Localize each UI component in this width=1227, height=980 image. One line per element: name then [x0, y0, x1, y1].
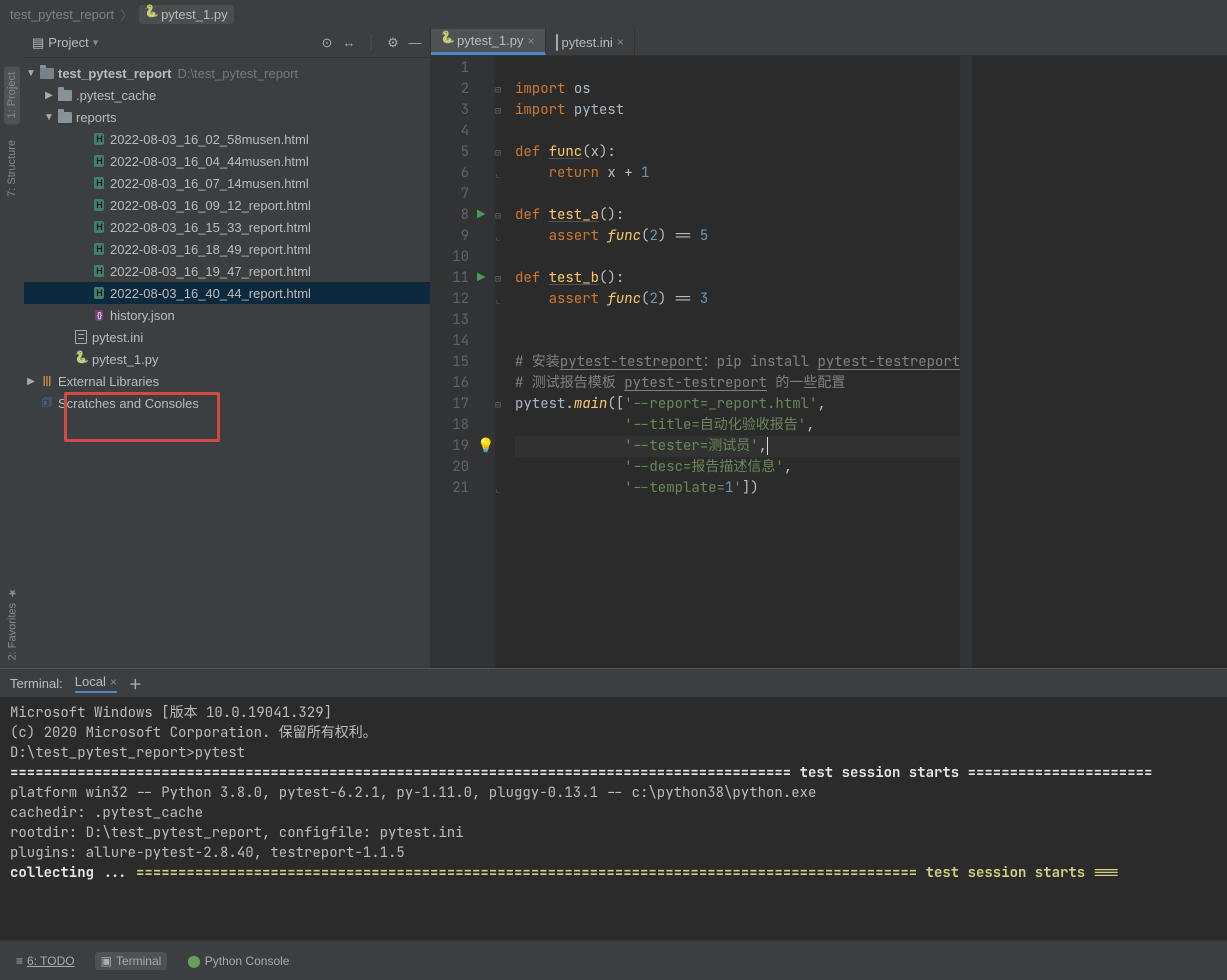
- python-icon: [441, 33, 453, 48]
- tree-pytest-ini[interactable]: · pytest.ini: [24, 326, 430, 348]
- run-gutter-icon[interactable]: ▶: [477, 269, 485, 287]
- tab-pytest-ini[interactable]: pytest.ini ×: [546, 29, 635, 55]
- run-gutter-icon[interactable]: ▶: [477, 206, 485, 224]
- rail-structure[interactable]: 7: Structure: [6, 140, 18, 197]
- tree-report-file[interactable]: ·H2022-08-03_16_40_44_report.html: [24, 282, 430, 304]
- arrow-down-icon[interactable]: ▼: [24, 68, 38, 79]
- project-sidebar: ▤ Project ▾ ⊙ ↔ ┊ ⚙ — ▼ test_pytest_repo…: [24, 28, 431, 668]
- python-icon: [72, 351, 90, 367]
- libraries-icon: Ⅲ: [38, 373, 56, 389]
- hide-icon[interactable]: —: [404, 32, 426, 54]
- html-icon: H: [90, 197, 108, 213]
- tree-report-file[interactable]: ·H2022-08-03_16_04_44musen.html: [24, 150, 430, 172]
- gear-icon[interactable]: ⚙: [382, 32, 404, 54]
- bulb-icon[interactable]: 💡: [477, 437, 494, 455]
- tree-pytest-cache[interactable]: ▶ .pytest_cache: [24, 84, 430, 106]
- arrow-right-icon[interactable]: ▶: [24, 376, 38, 387]
- breadcrumb-file[interactable]: pytest_1.py: [139, 5, 234, 24]
- json-icon: {}: [90, 307, 108, 323]
- arrow-down-icon[interactable]: ▼: [42, 112, 56, 123]
- bottom-toolbar: ≡ 6: TODO ▣ Terminal ⬤ Python Console: [0, 940, 1227, 980]
- tree-report-file[interactable]: ·H2022-08-03_16_18_49_report.html: [24, 238, 430, 260]
- tree-report-file[interactable]: ·H2022-08-03_16_07_14musen.html: [24, 172, 430, 194]
- html-icon: H: [90, 219, 108, 235]
- breadcrumb: test_pytest_report 〉 pytest_1.py: [0, 0, 1227, 28]
- tree-reports-folder[interactable]: ▼ reports: [24, 106, 430, 128]
- tab-label: pytest.ini: [562, 35, 613, 50]
- chevron-down-icon[interactable]: ▾: [93, 36, 99, 49]
- fold-column: ⊟⊟⊟⌞⊟⌞⊟⌞⊟⌞: [495, 56, 509, 668]
- line-numbers: 123456789101112131415161718192021: [431, 56, 477, 668]
- ini-icon: [556, 35, 558, 50]
- gutter-markers: ▶ ▶ 💡: [477, 56, 495, 668]
- python-icon: [145, 7, 157, 22]
- html-icon: H: [90, 175, 108, 191]
- tab-label: pytest_1.py: [457, 33, 524, 48]
- breadcrumb-root[interactable]: test_pytest_report: [10, 7, 114, 22]
- project-tree[interactable]: ▼ test_pytest_report D:\test_pytest_repo…: [24, 58, 430, 414]
- toolbar-todo[interactable]: ≡ 6: TODO: [10, 952, 81, 970]
- html-icon: H: [90, 153, 108, 169]
- folder-icon: [38, 65, 56, 81]
- add-terminal-button[interactable]: ＋: [129, 674, 142, 693]
- editor-area: pytest_1.py × pytest.ini × 1234567891011…: [431, 28, 1227, 668]
- terminal-tab-local[interactable]: Local×: [75, 674, 117, 693]
- terminal-label: Terminal:: [10, 676, 63, 691]
- divider-icon: ┊: [360, 32, 382, 54]
- scratches-icon: 🗊: [38, 395, 56, 411]
- tree-history-json[interactable]: · {} history.json: [24, 304, 430, 326]
- tree-report-file[interactable]: ·H2022-08-03_16_09_12_report.html: [24, 194, 430, 216]
- tree-report-file[interactable]: ·H2022-08-03_16_02_58musen.html: [24, 128, 430, 150]
- sidebar-title: Project: [48, 35, 88, 50]
- html-icon: H: [90, 131, 108, 147]
- sidebar-header: ▤ Project ▾ ⊙ ↔ ┊ ⚙ —: [24, 28, 430, 58]
- html-icon: H: [90, 241, 108, 257]
- rail-favorites[interactable]: 2: Favorites★: [6, 586, 19, 660]
- expand-icon[interactable]: ↔: [338, 32, 360, 54]
- locate-icon[interactable]: ⊙: [316, 32, 338, 54]
- ini-icon: [72, 329, 90, 345]
- rail-project[interactable]: 1: Project: [4, 66, 20, 124]
- breadcrumb-root-label: test_pytest_report: [10, 7, 114, 22]
- terminal-output[interactable]: Microsoft Windows [版本 10.0.19041.329](c)…: [0, 697, 1227, 940]
- editor-tabs: pytest_1.py × pytest.ini ×: [431, 28, 1227, 56]
- editor-scroll-strip[interactable]: [960, 56, 972, 668]
- tree-external-libs[interactable]: ▶ Ⅲ External Libraries: [24, 370, 430, 392]
- terminal-header: Terminal: Local× ＋: [0, 669, 1227, 697]
- code-editor[interactable]: 123456789101112131415161718192021 ▶ ▶ 💡 ⊟⊟…: [431, 56, 1227, 668]
- left-tool-rail: 1: Project 7: Structure 2: Favorites★: [0, 28, 24, 668]
- tree-pytest-py[interactable]: · pytest_1.py: [24, 348, 430, 370]
- toolbar-terminal[interactable]: ▣ Terminal: [95, 952, 168, 970]
- close-icon[interactable]: ×: [528, 34, 535, 48]
- folder-icon: [56, 109, 74, 125]
- html-icon: H: [90, 263, 108, 279]
- html-icon: H: [90, 285, 108, 301]
- tree-report-file[interactable]: ·H2022-08-03_16_15_33_report.html: [24, 216, 430, 238]
- close-icon[interactable]: ×: [110, 675, 117, 689]
- folder-icon: [56, 87, 74, 103]
- tree-report-file[interactable]: ·H2022-08-03_16_19_47_report.html: [24, 260, 430, 282]
- close-icon[interactable]: ×: [617, 35, 624, 49]
- breadcrumb-file-label: pytest_1.py: [161, 7, 228, 22]
- tree-scratches[interactable]: · 🗊 Scratches and Consoles: [24, 392, 430, 414]
- tab-pytest-py[interactable]: pytest_1.py ×: [431, 29, 546, 55]
- code-content[interactable]: import osimport pytest def func(x): retu…: [509, 56, 960, 668]
- terminal-panel: Terminal: Local× ＋ Microsoft Windows [版本…: [0, 668, 1227, 940]
- tree-root[interactable]: ▼ test_pytest_report D:\test_pytest_repo…: [24, 62, 430, 84]
- project-icon: ▤: [32, 35, 44, 51]
- toolbar-python-console[interactable]: ⬤ Python Console: [181, 952, 295, 970]
- arrow-right-icon[interactable]: ▶: [42, 90, 56, 101]
- breadcrumb-separator: 〉: [120, 5, 133, 24]
